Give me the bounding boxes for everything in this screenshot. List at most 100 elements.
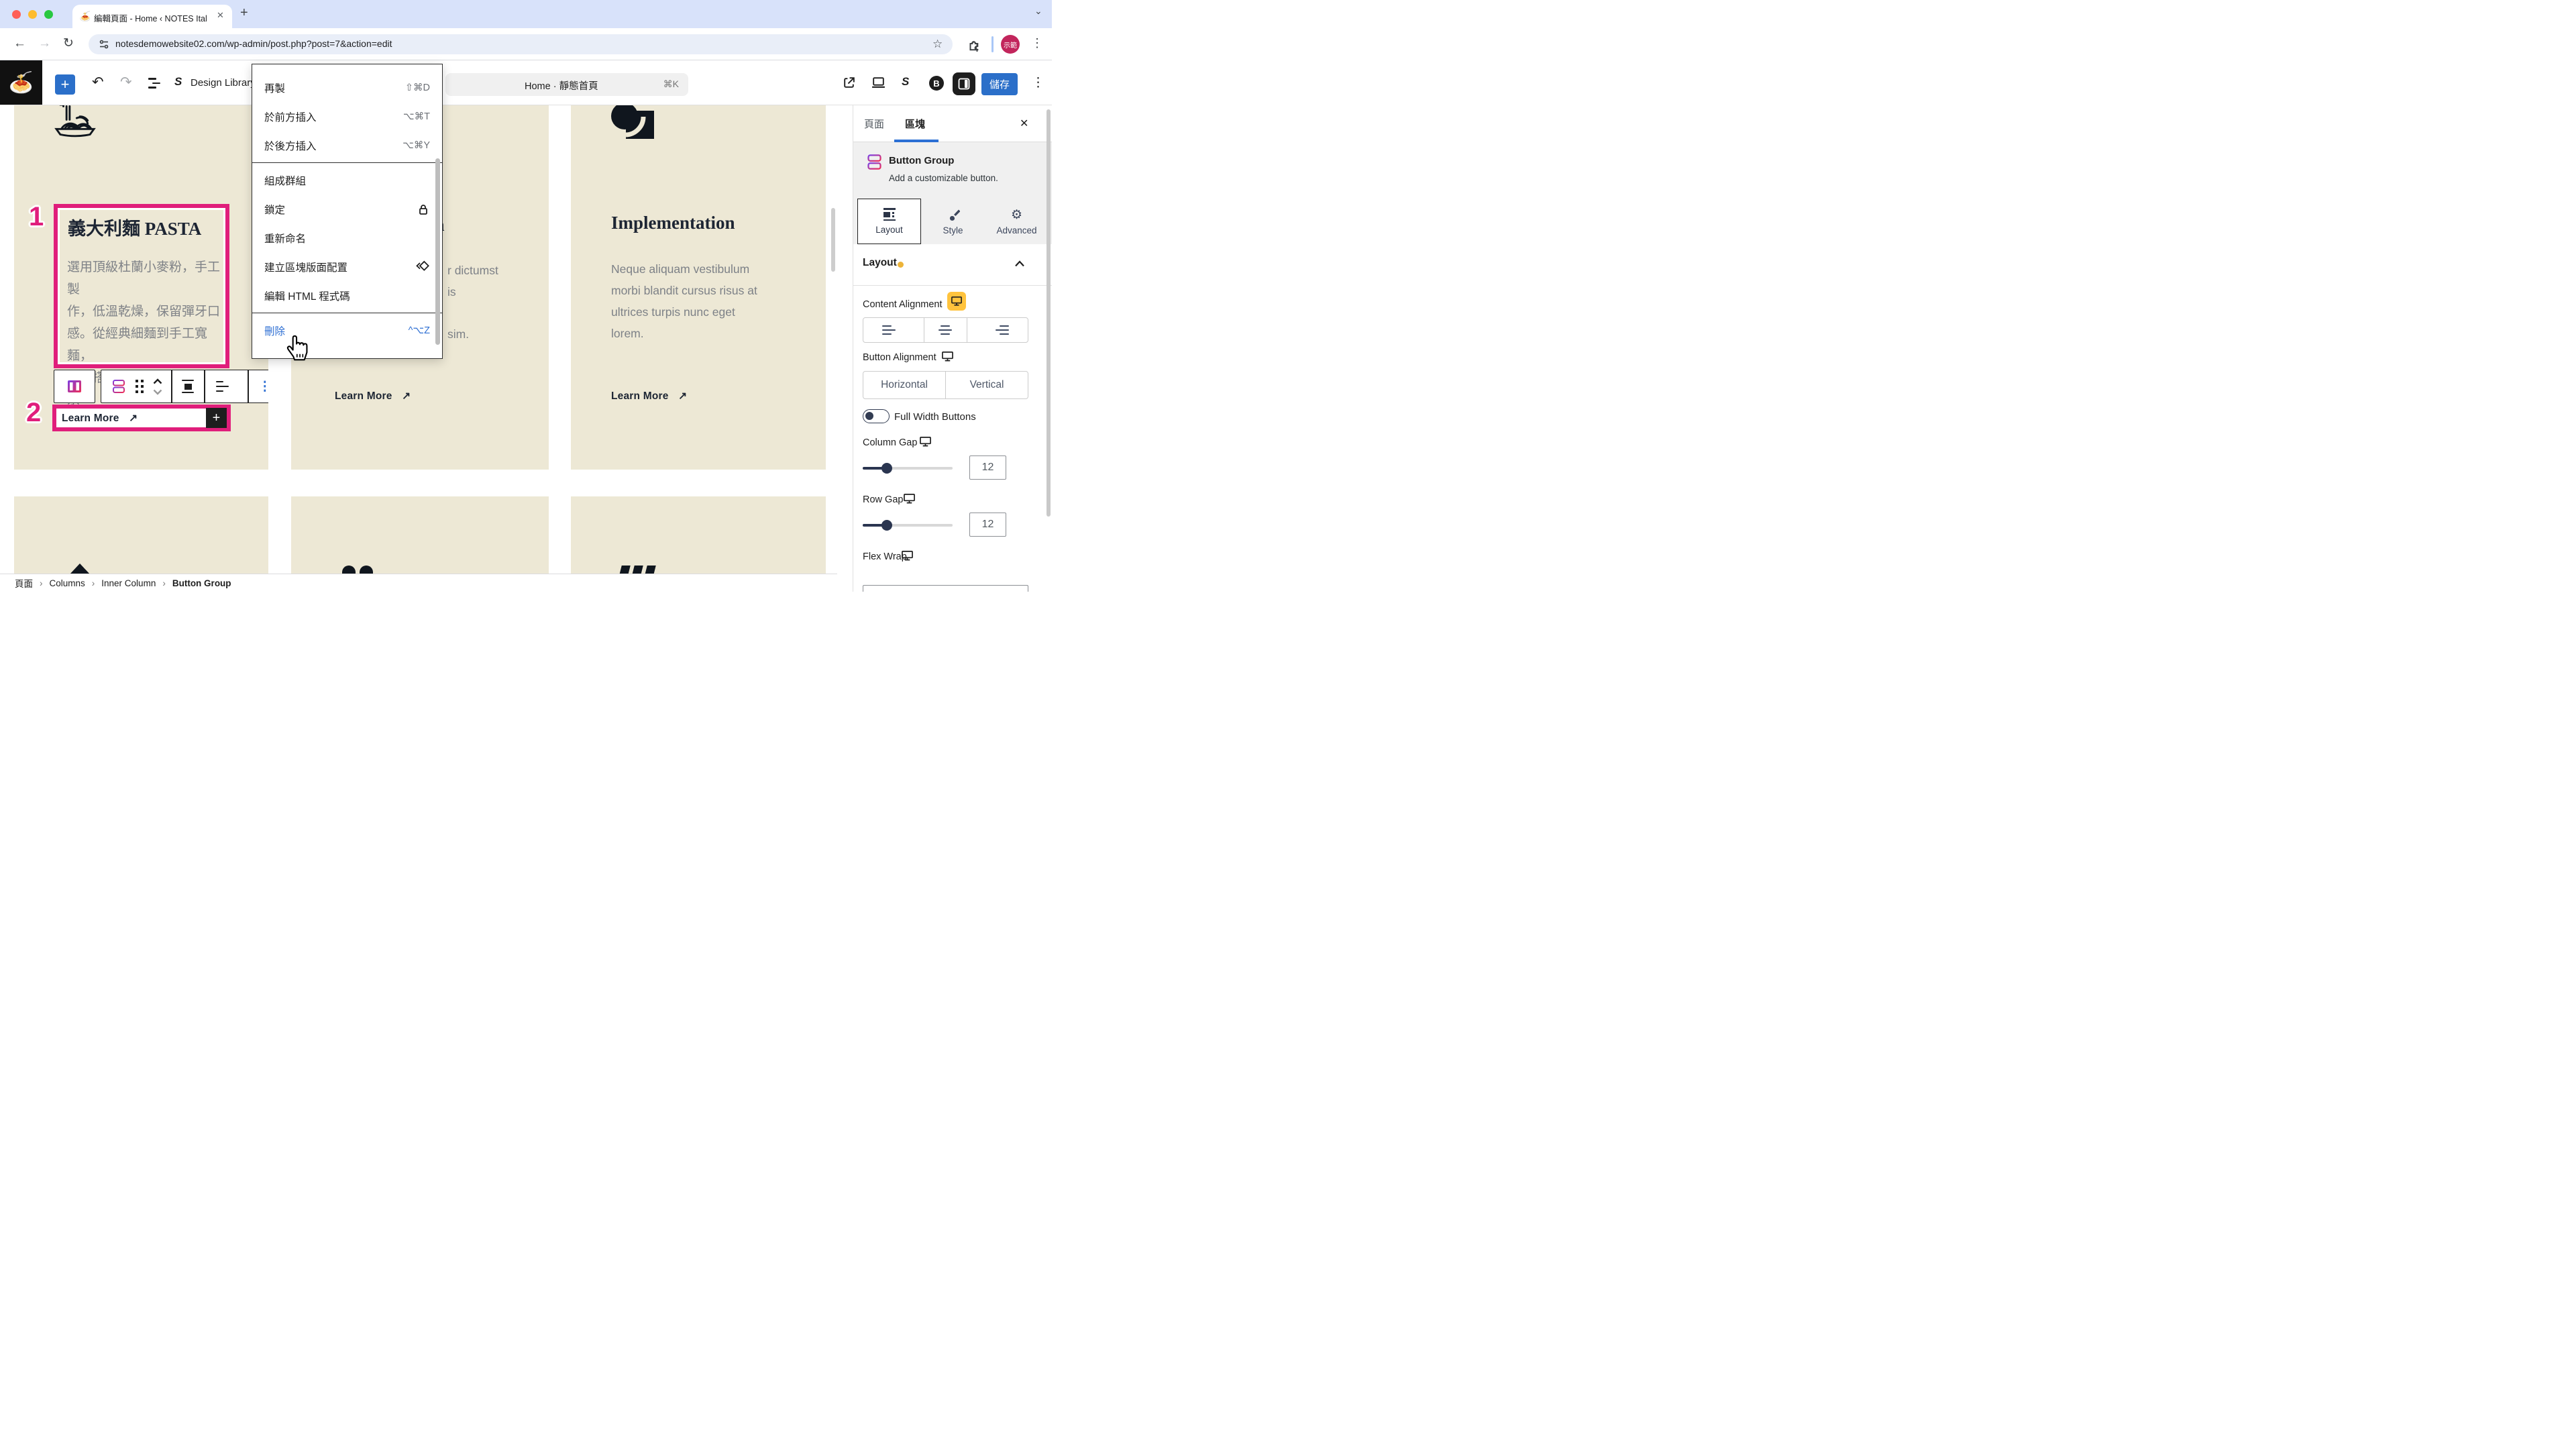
site-info-icon[interactable]: [99, 39, 109, 50]
menu-item-lock[interactable]: 鎖定: [252, 195, 442, 223]
tab-search-chevron-icon[interactable]: ⌄: [1034, 5, 1042, 17]
redo-icon[interactable]: ↷: [120, 74, 132, 91]
responsive-monitor-icon[interactable]: [901, 550, 914, 561]
document-title-bar[interactable]: Home · 靜態首頁 ⌘K: [445, 73, 688, 96]
move-down-icon[interactable]: [153, 389, 162, 395]
responsive-monitor-icon[interactable]: [941, 351, 954, 362]
spectra-toolbar-icon[interactable]: S: [902, 75, 909, 89]
reload-icon[interactable]: ↻: [63, 37, 74, 50]
menu-item-insert-before[interactable]: 於前方插入 ⌥⌘T: [252, 102, 442, 131]
column-gap-slider[interactable]: [863, 467, 953, 470]
collapse-chevron-icon[interactable]: [1014, 260, 1025, 267]
align-right-button[interactable]: [967, 318, 1028, 342]
responsive-monitor-icon-active[interactable]: [947, 292, 966, 311]
horizontal-button[interactable]: Horizontal: [863, 372, 946, 398]
design-library-button[interactable]: Design Library: [191, 77, 256, 89]
full-width-label: Full Width Buttons: [894, 411, 976, 423]
tab-layout[interactable]: Layout: [857, 199, 921, 244]
select-parent-column-button[interactable]: [54, 370, 95, 403]
browser-menu-icon[interactable]: ⋮: [1031, 36, 1043, 50]
avatar-label: 示範: [1004, 40, 1017, 50]
block-options-menu: 再製 ⇧⌘D 於前方插入 ⌥⌘T 於後方插入 ⌥⌘Y 組成群組 鎖定 重新命名 …: [252, 64, 443, 359]
slider-thumb[interactable]: [881, 463, 892, 474]
selected-block-outline[interactable]: 義大利麵 PASTA 選用頂級杜蘭小麥粉，手工製 作，低溫乾燥，保留彈牙口 感。…: [54, 204, 229, 368]
responsive-monitor-icon[interactable]: [919, 436, 932, 447]
card-implementation-paragraph[interactable]: Neque aliquam vestibulum morbi blandit c…: [611, 258, 806, 344]
button-group-block-icon[interactable]: [111, 378, 127, 394]
drag-handle-icon[interactable]: [136, 380, 144, 393]
block-inserter-button[interactable]: +: [55, 74, 75, 95]
tab-block[interactable]: 區塊: [905, 117, 925, 131]
extensions-icon[interactable]: [966, 37, 981, 52]
learn-more-button[interactable]: Learn More ↗: [62, 412, 138, 425]
menu-item-insert-after[interactable]: 於後方插入 ⌥⌘Y: [252, 131, 442, 160]
tab-close-icon[interactable]: ✕: [217, 10, 224, 21]
sidebar-scrollbar[interactable]: [1046, 109, 1051, 517]
save-button[interactable]: 儲存: [981, 73, 1018, 95]
menu-item-label: 刪除: [264, 323, 285, 338]
menu-item-duplicate[interactable]: 再製 ⇧⌘D: [252, 73, 442, 102]
slider-thumb[interactable]: [881, 520, 892, 531]
editor-options-icon[interactable]: ⋮: [1032, 75, 1044, 91]
list-view-icon[interactable]: [148, 78, 160, 89]
learn-more-link[interactable]: Learn More ↗: [335, 390, 411, 402]
breadcrumb-item-button-group[interactable]: Button Group: [172, 578, 231, 588]
breadcrumb-item-columns[interactable]: Columns: [50, 578, 85, 588]
annotation-number-1: 1: [29, 203, 44, 230]
back-icon[interactable]: ←: [13, 37, 26, 50]
align-left-button[interactable]: [863, 318, 924, 342]
text-align-button[interactable]: [205, 370, 248, 402]
address-bar[interactable]: notesdemowebsite02.com/wp-admin/post.php…: [89, 34, 953, 54]
card-implementation-heading[interactable]: Implementation: [611, 213, 735, 233]
tab-style[interactable]: Style: [921, 199, 985, 244]
browser-tab[interactable]: 🍝 編輯頁面 - Home ‹ NOTES Ital ✕: [72, 5, 232, 28]
menu-item-group[interactable]: 組成群組: [252, 166, 442, 195]
b-logo-icon[interactable]: B: [929, 76, 944, 91]
new-tab-icon[interactable]: +: [240, 5, 248, 21]
menu-item-edit-html[interactable]: 編輯 HTML 程式碼: [252, 281, 442, 310]
breadcrumb-item-inner-column[interactable]: Inner Column: [101, 578, 156, 588]
button-group-block[interactable]: Learn More ↗ +: [52, 405, 231, 431]
learn-more-label: Learn More: [62, 413, 119, 424]
flex-wrap-label: Flex Wrap: [863, 551, 907, 562]
window-minimize-button[interactable]: [28, 10, 37, 19]
menu-item-create-pattern[interactable]: 建立區塊版面配置: [252, 252, 442, 281]
column-gap-label: Column Gap: [863, 437, 917, 448]
profile-avatar[interactable]: 示範: [1001, 35, 1020, 54]
window-zoom-button[interactable]: [44, 10, 53, 19]
bookmark-star-icon[interactable]: ☆: [932, 38, 943, 51]
vertical-button[interactable]: Vertical: [946, 372, 1028, 398]
menu-item-delete[interactable]: 刪除 ^⌥Z: [252, 316, 442, 345]
flex-wrap-select[interactable]: [863, 585, 1028, 592]
card-pasta-heading[interactable]: 義大利麵 PASTA: [68, 214, 201, 240]
full-width-toggle[interactable]: [863, 409, 890, 423]
preview-external-icon[interactable]: [842, 76, 856, 90]
close-sidebar-icon[interactable]: ✕: [1020, 117, 1028, 130]
window-close-button[interactable]: [12, 10, 21, 19]
move-up-icon[interactable]: [153, 378, 162, 384]
justification-button[interactable]: [172, 370, 205, 402]
url-text[interactable]: notesdemowebsite02.com/wp-admin/post.php…: [115, 38, 392, 49]
breadcrumb-item-page[interactable]: 頁面: [15, 576, 33, 590]
tab-page[interactable]: 頁面: [864, 117, 884, 131]
responsive-monitor-icon[interactable]: [903, 493, 916, 504]
canvas-scrollbar[interactable]: [831, 208, 835, 272]
learn-more-link[interactable]: Learn More ↗: [611, 390, 687, 402]
pasta-plate-icon: [52, 105, 99, 139]
menu-item-rename[interactable]: 重新命名: [252, 223, 442, 252]
column-gap-input[interactable]: 12: [969, 455, 1006, 480]
layout-panel-header[interactable]: Layout: [853, 244, 1052, 286]
menu-scrollbar[interactable]: [435, 158, 440, 345]
editor-header: 🍝 + ↶ ↷ S Design Library Home · 靜態首頁 ⌘K …: [0, 60, 1052, 105]
forward-icon[interactable]: →: [38, 37, 51, 50]
settings-panel-toggle[interactable]: [953, 72, 975, 95]
row-gap-slider[interactable]: [863, 524, 953, 527]
site-logo[interactable]: 🍝: [0, 60, 42, 105]
device-preview-icon[interactable]: [871, 76, 886, 90]
block-options-icon[interactable]: ⋮: [249, 370, 268, 402]
tab-advanced[interactable]: ⚙ Advanced: [985, 199, 1049, 244]
undo-icon[interactable]: ↶: [92, 74, 104, 91]
row-gap-input[interactable]: 12: [969, 513, 1006, 537]
align-center-button[interactable]: [924, 318, 967, 342]
block-appender-button[interactable]: +: [206, 408, 227, 428]
